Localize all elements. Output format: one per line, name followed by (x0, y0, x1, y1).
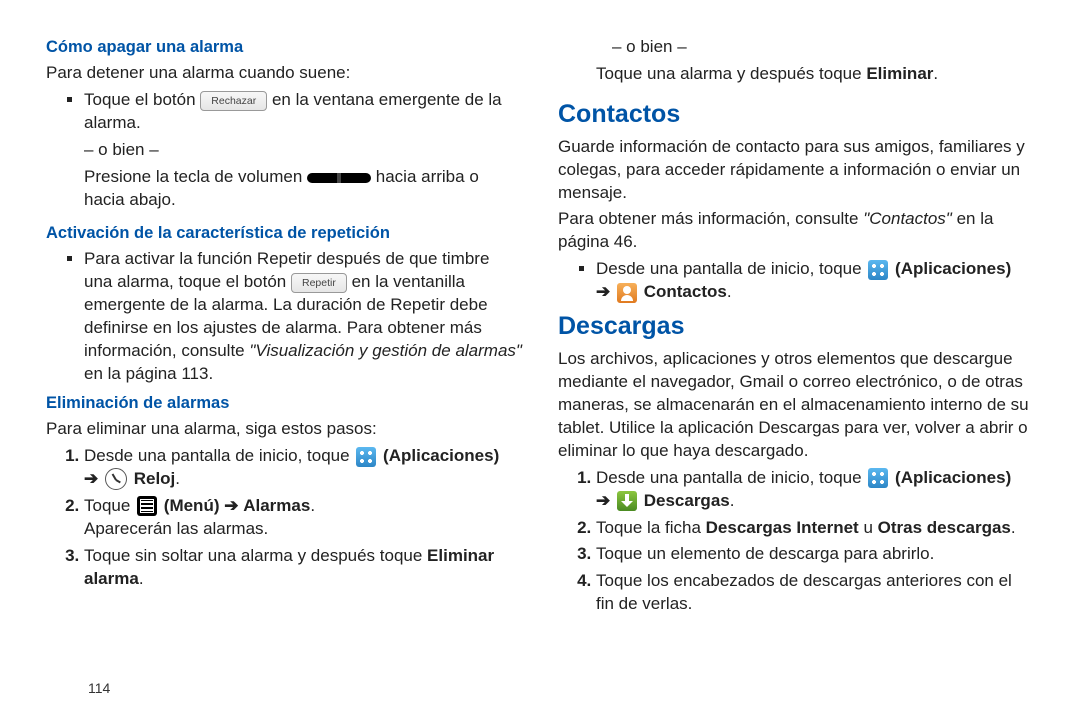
label-alarmas: Alarmas (243, 496, 310, 515)
text: Para obtener más información, consulte (558, 209, 863, 228)
right-column: – o bien – Toque una alarma y después to… (558, 36, 1034, 620)
label-reloj: Reloj (134, 469, 176, 488)
label-descargas-internet: Descargas Internet (706, 518, 859, 537)
cross-reference: "Visualización y gestión de alarmas" (249, 341, 522, 360)
cross-reference: "Contactos" (863, 209, 952, 228)
apps-icon (868, 468, 888, 488)
text: Toque sin soltar una alarma y después to… (84, 546, 427, 565)
repetir-chip: Repetir (291, 273, 347, 293)
label-otras-descargas: Otras descargas (878, 518, 1011, 537)
apps-icon (868, 260, 888, 280)
heading-descargas: Descargas (558, 310, 1034, 344)
label-eliminar: Eliminar (866, 64, 933, 83)
heading-apagar-alarma: Cómo apagar una alarma (46, 36, 522, 58)
text: u (863, 518, 877, 537)
text: Para obtener más información, consulte "… (558, 208, 1034, 254)
step-item: Desde una pantalla de inicio, toque (Apl… (84, 445, 522, 491)
label-aplicaciones: (Aplicaciones) (383, 446, 499, 465)
step-item: Toque (Menú) ➔ Alarmas. Aparecerán las a… (84, 495, 522, 541)
arrow-icon: ➔ (84, 469, 98, 488)
text: Guarde información de contacto para sus … (558, 136, 1034, 205)
or-divider: – o bien – (558, 36, 1034, 59)
heading-eliminar-alarmas: Eliminación de alarmas (46, 392, 522, 414)
bullet-item: Desde una pantalla de inicio, toque (Apl… (596, 258, 1034, 304)
text: Para eliminar una alarma, siga estos pas… (46, 418, 522, 441)
label-aplicaciones: (Aplicaciones) (895, 259, 1011, 278)
arrow-icon: ➔ (596, 491, 610, 510)
manual-page: Cómo apagar una alarma Para detener una … (0, 0, 1080, 630)
volume-rocker-icon (307, 173, 371, 183)
label-menu: (Menú) (164, 496, 220, 515)
text: Toque una alarma y después toque (596, 64, 866, 83)
step-item: Desde una pantalla de inicio, toque (Apl… (596, 467, 1034, 513)
arrow-icon: ➔ (596, 282, 610, 301)
clock-icon (105, 468, 127, 490)
text: Desde una pantalla de inicio, toque (596, 468, 866, 487)
text: Los archivos, aplicaciones y otros eleme… (558, 348, 1034, 463)
text: Toque la ficha (596, 518, 706, 537)
menu-icon (137, 496, 157, 516)
page-number: 114 (88, 679, 110, 698)
heading-contactos: Contactos (558, 98, 1034, 132)
text: Toque el botón (84, 90, 200, 109)
text: en la página 113. (84, 364, 213, 383)
text: Toque (84, 496, 135, 515)
downloads-icon (617, 491, 637, 511)
text: Toque una alarma y después toque Elimina… (558, 63, 1034, 86)
text: Para detener una alarma cuando suene: (46, 62, 522, 85)
heading-repeticion: Activación de la característica de repet… (46, 222, 522, 244)
step-item: Toque la ficha Descargas Internet u Otra… (596, 517, 1034, 540)
label-contactos: Contactos (644, 282, 727, 301)
step-item: Toque los encabezados de descargas anter… (596, 570, 1034, 616)
left-column: Cómo apagar una alarma Para detener una … (46, 36, 522, 620)
step-item: Toque sin soltar una alarma y después to… (84, 545, 522, 591)
text: Presione la tecla de volumen (84, 167, 307, 186)
arrow-icon: ➔ (224, 496, 238, 515)
text: Desde una pantalla de inicio, toque (84, 446, 354, 465)
bullet-item: Toque el botón Rechazar en la ventana em… (84, 89, 522, 212)
label-aplicaciones: (Aplicaciones) (895, 468, 1011, 487)
apps-icon (356, 447, 376, 467)
text: Aparecerán las alarmas. (84, 518, 522, 541)
rechazar-chip: Rechazar (200, 91, 267, 111)
text: Desde una pantalla de inicio, toque (596, 259, 866, 278)
step-item: Toque un elemento de descarga para abrir… (596, 543, 1034, 566)
or-divider: – o bien – (84, 139, 522, 162)
bullet-item: Para activar la función Repetir después … (84, 248, 522, 386)
label-descargas: Descargas (644, 491, 730, 510)
contacts-icon (617, 283, 637, 303)
